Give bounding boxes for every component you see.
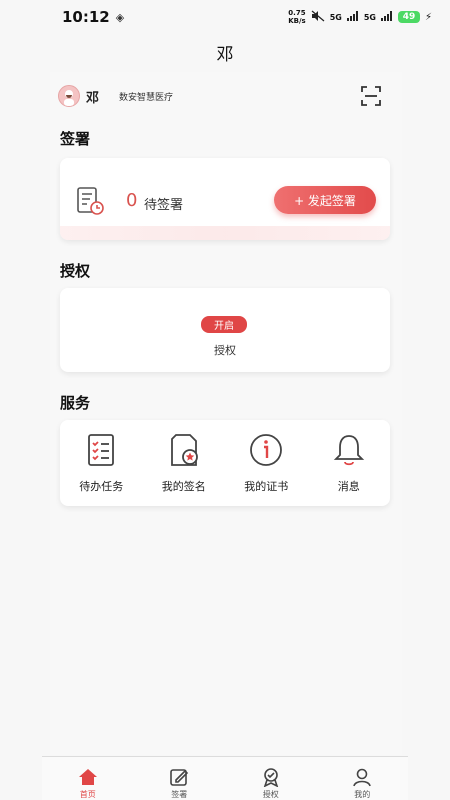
services-card: 待办任务 我的签名 我的证书 消息 <box>60 420 390 506</box>
signal-bars-icon <box>346 10 359 24</box>
todo-list-icon <box>83 432 119 468</box>
nav-sign[interactable]: 签署 <box>134 757 226 800</box>
nav-label: 首页 <box>79 790 96 799</box>
main-panel: 邓 数安智慧医疗 签署 0 待签署 + 发起签署 授权 开启 授权 服务 待办任… <box>50 72 402 755</box>
user-icon <box>352 767 372 787</box>
page-title: 邓 <box>216 45 234 65</box>
nav-label: 授权 <box>262 790 279 799</box>
mute-icon <box>311 10 325 25</box>
edit-icon <box>169 767 189 787</box>
service-label: 我的证书 <box>244 480 289 493</box>
status-bar: 10:12 ◈ 0.75 KB/s 5G 5G 49 ⚡ <box>0 0 450 34</box>
avatar[interactable] <box>58 85 80 107</box>
charging-icon: ⚡ <box>424 11 432 23</box>
nav-auth[interactable]: 授权 <box>225 757 317 800</box>
start-sign-button[interactable]: + 发起签署 <box>274 186 376 214</box>
auth-card[interactable]: 开启 授权 <box>60 288 390 372</box>
sign-card: 0 待签署 + 发起签署 <box>60 158 390 240</box>
user-name: 邓 <box>86 90 100 106</box>
pending-label: 待签署 <box>144 198 184 213</box>
status-indicators: 0.75 KB/s 5G 5G 49 ⚡ <box>288 9 432 25</box>
scan-icon[interactable] <box>360 85 382 107</box>
signal-label-2: 5G <box>363 12 376 22</box>
nav-label: 签署 <box>171 790 188 799</box>
document-clock-icon <box>76 186 104 216</box>
nav-me[interactable]: 我的 <box>317 757 409 800</box>
home-icon <box>78 767 98 787</box>
signature-icon <box>166 432 202 468</box>
service-my-certificate[interactable]: 我的证书 <box>225 420 308 506</box>
org-name: 数安智慧医疗 <box>119 92 174 103</box>
status-time: 10:12 <box>62 8 110 26</box>
info-icon <box>248 432 284 468</box>
sign-section-title: 签署 <box>60 130 91 148</box>
auth-section-title: 授权 <box>60 262 91 280</box>
auth-label: 授权 <box>214 344 236 357</box>
net-speed: 0.75 KB/s <box>288 9 306 25</box>
user-row: 邓 数安智慧医疗 <box>58 82 398 110</box>
service-label: 待办任务 <box>79 480 124 493</box>
signal-label-1: 5G <box>329 12 342 22</box>
auth-enable-badge[interactable]: 开启 <box>201 316 247 333</box>
service-label: 消息 <box>337 480 360 493</box>
battery-indicator: 49 <box>397 11 420 23</box>
pending-count: 0 <box>126 190 138 211</box>
service-todo[interactable]: 待办任务 <box>60 420 143 506</box>
card-wave-decoration <box>60 226 390 240</box>
sync-icon: ◈ <box>115 10 125 24</box>
signal-bars-icon <box>380 10 393 24</box>
bottom-nav: 首页 签署 授权 我的 <box>42 756 408 800</box>
service-my-signature[interactable]: 我的签名 <box>143 420 226 506</box>
services-section-title: 服务 <box>60 394 91 412</box>
badge-check-icon <box>261 767 281 788</box>
nav-home[interactable]: 首页 <box>42 757 134 800</box>
service-label: 我的签名 <box>161 480 206 493</box>
service-messages[interactable]: 消息 <box>308 420 391 506</box>
bell-icon <box>331 432 367 468</box>
nav-label: 我的 <box>354 790 371 799</box>
